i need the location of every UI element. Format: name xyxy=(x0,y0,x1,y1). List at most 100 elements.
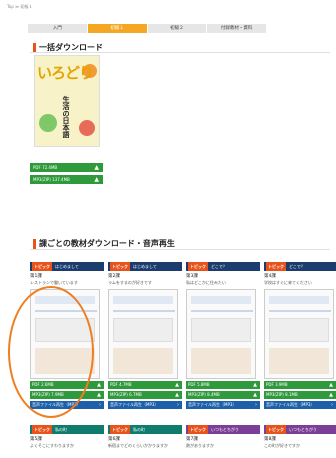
lesson-desc: 新宿までどのくらいかかりますか xyxy=(108,443,168,448)
download-icon: ▲ xyxy=(253,392,257,398)
lesson-header: トピック どこで？ xyxy=(186,262,260,271)
play-icon: › xyxy=(331,402,333,408)
btn-label: MP3(ZIP) 8.1MB xyxy=(266,392,298,397)
lesson-theme: どこで？ xyxy=(289,264,305,269)
lesson-card-7: トピック いつもとちがう 第7課 熱がありますか xyxy=(186,425,260,449)
lesson-number: 第1課 xyxy=(30,274,42,279)
lesson-desc: レストランで働いています xyxy=(30,280,78,285)
lesson-mp3-button[interactable]: MP3(ZIP) 6.7MB ▲ xyxy=(108,391,182,399)
download-mp3-button[interactable]: MP3(ZIP) 137.4MB ▲ xyxy=(30,175,103,184)
lesson-card-2: トピック はじめまして 第2課 ラムをするのが好きです PDF 4.7MB ▲ MP… xyxy=(108,262,182,409)
lesson-mp3-button[interactable]: MP3(ZIP) 8.4MB ▲ xyxy=(186,391,260,399)
lesson-header: トピック いつもとちがう xyxy=(186,425,260,434)
btn-label: PDF 3.9MB xyxy=(266,382,288,387)
page: Top ≫ 初級１ 入門 初級１ 初級２ 付録教材・資料 一括ダウンロード いろ… xyxy=(0,0,336,458)
lesson-card-4: トピック どこで？ 第4課 学校はすぐに来てください PDF 3.9MB ▲ MP3… xyxy=(264,262,336,409)
play-icon: › xyxy=(255,402,257,408)
section-lessons-title: 課ごとの教材ダウンロード・音声再生 xyxy=(33,238,175,249)
download-icon: ▲ xyxy=(94,164,99,171)
download-icon: ▲ xyxy=(253,382,257,388)
download-mp3-label: MP3(ZIP) 137.4MB xyxy=(33,177,70,182)
btn-label: MP3(ZIP) 6.7MB xyxy=(110,392,142,397)
tab-intro[interactable]: 入門 xyxy=(28,24,87,33)
lesson-card-6: トピック 私の町 第6課 新宿までどのくらいかかりますか xyxy=(108,425,182,449)
lesson-thumbnail[interactable] xyxy=(264,289,334,379)
lesson-header: トピック いつもとちがう xyxy=(264,425,336,434)
lesson-desc: ラムをするのが好きです xyxy=(108,280,152,285)
lesson-audio-button[interactable]: 音声ファイル再生（MP3） › xyxy=(264,401,336,409)
lesson-thumbnail[interactable] xyxy=(108,289,178,379)
play-icon: › xyxy=(99,402,101,408)
decor-blob xyxy=(79,120,95,136)
lesson-number: 第7課 xyxy=(186,437,198,442)
lesson-number: 第4課 xyxy=(264,274,276,279)
decor-blob xyxy=(39,114,57,132)
topic-badge: トピック xyxy=(188,425,208,434)
lesson-pdf-button[interactable]: PDF 3.9MB ▲ xyxy=(264,381,336,389)
tab-supplement[interactable]: 付録教材・資料 xyxy=(207,24,266,33)
btn-label: PDF 4.7MB xyxy=(110,382,132,387)
download-icon: ▲ xyxy=(175,382,179,388)
textbook-cover[interactable]: いろどり 生活の日本語 xyxy=(34,55,100,147)
download-icon: ▲ xyxy=(329,392,333,398)
topic-badge: トピック xyxy=(266,425,286,434)
lesson-card-8: トピック いつもとちがう 第8課 この町が好きですか xyxy=(264,425,336,449)
lesson-pdf-button[interactable]: PDF 4.7MB ▲ xyxy=(108,381,182,389)
download-icon: ▲ xyxy=(97,392,101,398)
lesson-desc: よくそこにすわりますか xyxy=(30,443,75,448)
highlight-circle xyxy=(8,286,94,418)
tab-beginner-1[interactable]: 初級１ xyxy=(87,24,147,33)
lesson-number: 第6課 xyxy=(108,437,120,442)
cover-subtitle: 生活の日本語 xyxy=(62,96,70,138)
btn-label: 音声ファイル再生（MP3） xyxy=(266,402,315,407)
lesson-desc: この町が好きですか xyxy=(264,443,300,448)
lesson-theme: はじめまして xyxy=(133,264,157,269)
lesson-header: トピック はじめまして xyxy=(108,262,182,271)
lesson-pdf-button[interactable]: PDF 5.8MB ▲ xyxy=(186,381,260,389)
lesson-theme: いつもとちがう xyxy=(211,427,239,432)
lesson-theme: いつもとちがう xyxy=(289,427,317,432)
breadcrumb[interactable]: Top ≫ 初級１ xyxy=(7,4,32,10)
lesson-audio-button[interactable]: 音声ファイル再生（MP3） › xyxy=(108,401,182,409)
lesson-mp3-button[interactable]: MP3(ZIP) 8.1MB ▲ xyxy=(264,391,336,399)
lesson-header: トピック どこで？ xyxy=(264,262,336,271)
download-pdf-label: PDF 72.4MB xyxy=(33,165,58,170)
section-marker xyxy=(33,238,36,249)
divider xyxy=(30,249,330,250)
btn-label: 音声ファイル再生（MP3） xyxy=(110,402,159,407)
lesson-desc: 熱がありますか xyxy=(186,443,214,448)
topic-badge: トピック xyxy=(32,262,52,271)
lesson-desc: 私はどこかに住みたい xyxy=(186,280,226,285)
lesson-theme: 私の町 xyxy=(133,427,145,432)
lesson-thumbnail[interactable] xyxy=(186,289,256,379)
section-lessons-label: 課ごとの教材ダウンロード・音声再生 xyxy=(39,239,175,248)
lesson-card-3: トピック どこで？ 第3課 私はどこかに住みたい PDF 5.8MB ▲ MP3(Z… xyxy=(186,262,260,409)
lesson-audio-button[interactable]: 音声ファイル再生（MP3） › xyxy=(186,401,260,409)
lesson-number: 第2課 xyxy=(108,274,120,279)
download-pdf-button[interactable]: PDF 72.4MB ▲ xyxy=(30,163,103,172)
lesson-header: トピック 私の町 xyxy=(108,425,182,434)
download-icon: ▲ xyxy=(175,392,179,398)
topic-badge: トピック xyxy=(32,425,52,434)
btn-label: MP3(ZIP) 8.4MB xyxy=(188,392,220,397)
play-icon: › xyxy=(177,402,179,408)
lesson-card-5: トピック 私の町 第5課 よくそこにすわりますか xyxy=(30,425,104,449)
download-icon: ▲ xyxy=(97,382,101,388)
lesson-number: 第8課 xyxy=(264,437,276,442)
tab-beginner-2[interactable]: 初級２ xyxy=(147,24,207,33)
btn-label: 音声ファイル再生（MP3） xyxy=(188,402,237,407)
lesson-header: トピック 私の町 xyxy=(30,425,104,434)
topic-badge: トピック xyxy=(188,262,208,271)
section-marker xyxy=(33,42,36,53)
lesson-theme: どこで？ xyxy=(211,264,227,269)
lesson-number: 第5課 xyxy=(30,437,42,442)
lesson-theme: はじめまして xyxy=(55,264,79,269)
lesson-theme: 私の町 xyxy=(55,427,67,432)
topic-badge: トピック xyxy=(266,262,286,271)
level-tabs: 入門 初級１ 初級２ 付録教材・資料 xyxy=(28,24,266,33)
lesson-header: トピック はじめまして xyxy=(30,262,104,271)
divider xyxy=(30,52,330,53)
lesson-desc: 学校はすぐに来てください xyxy=(264,280,312,285)
cover-title: いろどり xyxy=(37,64,94,82)
topic-badge: トピック xyxy=(110,425,130,434)
